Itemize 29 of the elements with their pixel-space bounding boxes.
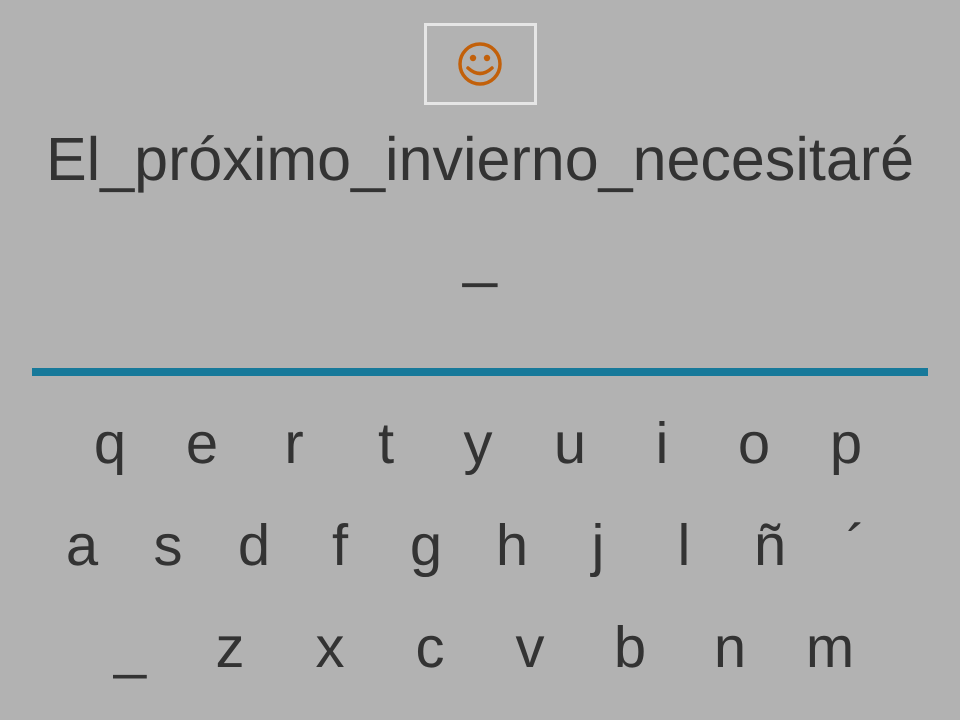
letter-key[interactable]: p [830,412,862,476]
letter-key[interactable]: v [516,616,544,680]
smiley-icon [457,41,503,87]
letter-key[interactable]: s [154,514,182,578]
letter-key[interactable]: j [592,514,604,578]
letter-key[interactable]: t [378,412,394,476]
letter-key[interactable]: y [464,412,492,476]
letter-key[interactable]: m [806,616,854,680]
letter-key[interactable]: u [554,412,586,476]
letter-key[interactable]: b [614,616,646,680]
letter-key[interactable]: g [410,514,442,578]
letter-key[interactable]: z [216,616,244,680]
letter-key[interactable]: n [714,616,746,680]
letter-key[interactable]: q [94,412,126,476]
letter-key[interactable]: ´ [846,514,866,578]
letter-key[interactable]: a [66,514,98,578]
letter-key[interactable]: i [656,412,668,476]
letter-key[interactable]: r [284,412,304,476]
letter-key[interactable]: x [316,616,344,680]
letter-key[interactable]: h [496,514,528,578]
letter-key[interactable]: d [238,514,270,578]
letter-key[interactable]: l [678,514,690,578]
letter-key[interactable]: c [416,616,444,680]
letter-key[interactable]: _ [114,616,146,680]
letter-key[interactable]: ñ [754,514,786,578]
letter-key[interactable]: e [186,412,218,476]
letter-key[interactable]: f [332,514,348,578]
sentence-text: El_próximo_invierno_necesitaré _ [44,124,916,290]
letter-key[interactable]: o [738,412,770,476]
